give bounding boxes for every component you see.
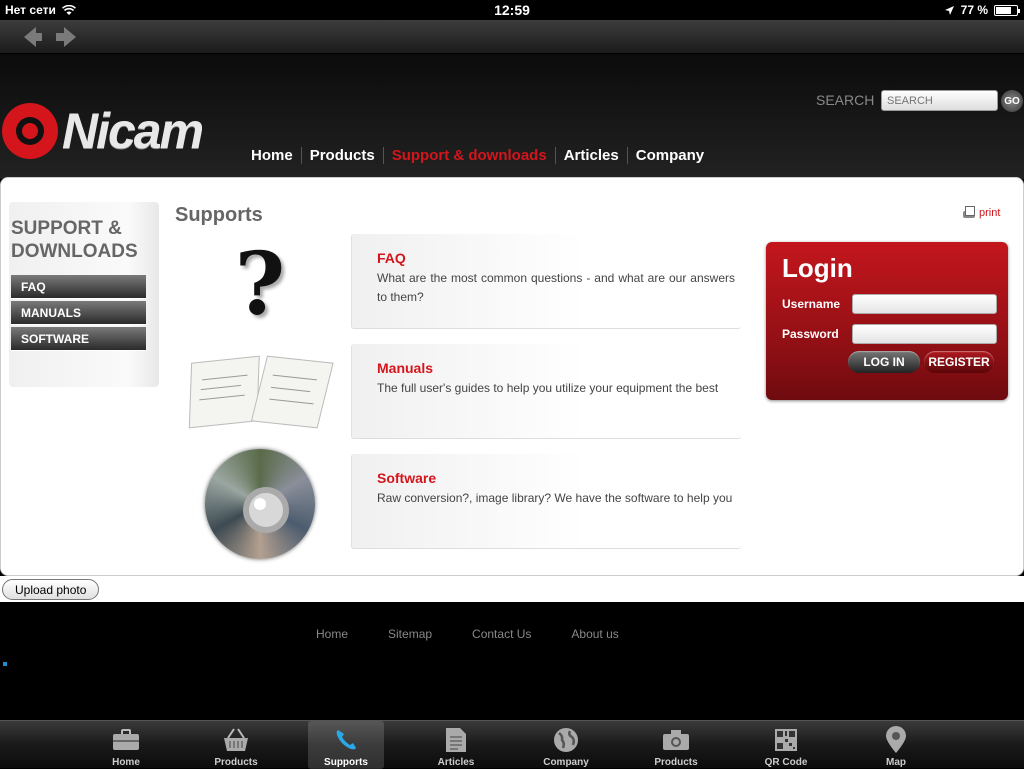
password-label: Password — [782, 327, 839, 341]
tab-label: Company — [543, 757, 589, 768]
tab-label: Articles — [437, 757, 475, 768]
footer-links: Home Sitemap Contact Us About us — [316, 627, 659, 641]
software-card[interactable]: Software Raw conversion?, image library?… — [351, 454, 741, 549]
tab-supports[interactable]: Supports — [308, 721, 384, 769]
tab-products[interactable]: Products — [198, 721, 274, 769]
sidebar-title: SUPPORT & DOWNLOADS — [11, 217, 138, 263]
battery-fill — [996, 6, 1011, 14]
manuals-title[interactable]: Manuals — [377, 360, 433, 376]
faq-description: What are the most common questions - and… — [377, 271, 735, 304]
software-description: Raw conversion?, image library? We have … — [377, 491, 733, 505]
login-title: Login — [782, 253, 853, 283]
battery-percent: 77 % — [960, 3, 988, 17]
nav-home[interactable]: Home — [251, 147, 301, 164]
tab-home[interactable]: Home — [88, 721, 164, 769]
location-arrow-icon — [944, 5, 954, 15]
disc-icon[interactable] — [175, 449, 345, 559]
nav-products[interactable]: Products — [300, 147, 383, 164]
tab-label: Supports — [324, 757, 368, 768]
tab-bar: Home Products Supports Articles Company … — [0, 720, 1024, 769]
phone-icon — [332, 727, 360, 753]
sidebar-item-faq[interactable]: FAQ — [11, 275, 146, 299]
tab-label: QR Code — [764, 757, 808, 768]
nav-support-downloads[interactable]: Support & downloads — [382, 147, 555, 164]
tab-company[interactable]: Company — [528, 721, 604, 769]
username-field[interactable] — [852, 294, 997, 314]
upload-strip: Upload photo — [0, 576, 1024, 602]
footer: Home Sitemap Contact Us About us — [0, 602, 1024, 720]
upload-photo-button[interactable]: Upload photo — [2, 579, 100, 600]
search-go-button[interactable]: GO — [1001, 90, 1023, 112]
battery-icon — [994, 4, 1020, 16]
carrier-info: Нет сети — [5, 3, 76, 17]
footer-link-contact[interactable]: Contact Us — [472, 627, 531, 641]
tab-label: Products — [654, 757, 698, 768]
content-panel: SUPPORT & DOWNLOADS FAQ MANUALS SOFTWARE… — [0, 177, 1024, 576]
wifi-icon — [61, 4, 76, 15]
question-mark-icon[interactable]: ? — [175, 234, 345, 335]
software-title[interactable]: Software — [377, 470, 436, 486]
document-icon — [442, 727, 470, 753]
back-arrow-icon — [24, 27, 42, 47]
footer-link-about[interactable]: About us — [571, 627, 618, 641]
tab-label: Products — [214, 757, 258, 768]
tab-map[interactable]: Map — [858, 721, 934, 769]
footer-link-home[interactable]: Home — [316, 627, 348, 641]
map-pin-icon — [882, 726, 910, 753]
search-input[interactable] — [881, 90, 998, 111]
manuals-card[interactable]: Manuals The full user's guides to help y… — [351, 344, 741, 439]
search-label: SEARCH — [816, 92, 875, 108]
logo-text: Nicam — [62, 103, 204, 159]
sidebar-item-manuals[interactable]: MANUALS — [11, 301, 146, 325]
basket-icon — [222, 727, 250, 753]
faq-card[interactable]: FAQ What are the most common questions -… — [351, 234, 741, 329]
tab-products-camera[interactable]: Products — [638, 721, 714, 769]
footer-marker — [3, 662, 7, 666]
globe-icon — [552, 727, 580, 753]
username-label: Username — [782, 297, 841, 311]
back-button[interactable] — [18, 26, 42, 48]
nicam-logo[interactable]: Nicam — [2, 102, 204, 160]
tab-label: Map — [886, 757, 906, 768]
tab-articles[interactable]: Articles — [418, 721, 494, 769]
print-link[interactable]: print — [962, 206, 1000, 220]
logo-aperture-icon — [2, 103, 58, 159]
qr-code-icon — [772, 727, 800, 753]
book-icon[interactable] — [175, 344, 345, 444]
carrier-label: Нет сети — [5, 3, 56, 17]
login-button[interactable]: LOG IN — [848, 351, 920, 373]
tab-qr-code[interactable]: QR Code — [748, 721, 824, 769]
support-row-software: Software Raw conversion?, image library?… — [175, 449, 745, 559]
printer-icon — [962, 206, 976, 220]
main-navigation: Home Products Support & downloads Articl… — [251, 147, 712, 164]
page-title: Supports — [175, 204, 263, 226]
sidebar: SUPPORT & DOWNLOADS FAQ MANUALS SOFTWARE — [9, 202, 159, 387]
status-bar: Нет сети 12:59 77 % — [0, 0, 1024, 20]
faq-title[interactable]: FAQ — [377, 250, 406, 266]
briefcase-icon — [112, 727, 140, 753]
tab-label: Home — [112, 757, 140, 768]
sidebar-title-line1: SUPPORT & — [11, 218, 122, 239]
support-row-manuals: Manuals The full user's guides to help y… — [175, 344, 745, 444]
status-right: 77 % — [944, 3, 1020, 17]
register-button[interactable]: REGISTER — [924, 351, 994, 373]
password-field[interactable] — [852, 324, 997, 344]
manuals-description: The full user's guides to help you utili… — [377, 381, 719, 395]
nav-articles[interactable]: Articles — [554, 147, 627, 164]
clock: 12:59 — [494, 2, 530, 18]
site-header: Nicam SEARCH GO Home Products Support & … — [0, 54, 1024, 179]
nav-company[interactable]: Company — [626, 147, 712, 164]
sidebar-title-line2: DOWNLOADS — [11, 241, 138, 262]
forward-arrow-icon — [56, 27, 76, 47]
camera-icon — [662, 727, 690, 753]
forward-button[interactable] — [56, 26, 82, 48]
support-row-faq: ? FAQ What are the most common questions… — [175, 234, 745, 335]
login-panel: Login Username Password LOG IN REGISTER — [766, 242, 1008, 400]
sidebar-item-software[interactable]: SOFTWARE — [11, 327, 146, 351]
footer-link-sitemap[interactable]: Sitemap — [388, 627, 432, 641]
browser-toolbar — [0, 20, 1024, 54]
print-label: print — [979, 207, 1001, 219]
